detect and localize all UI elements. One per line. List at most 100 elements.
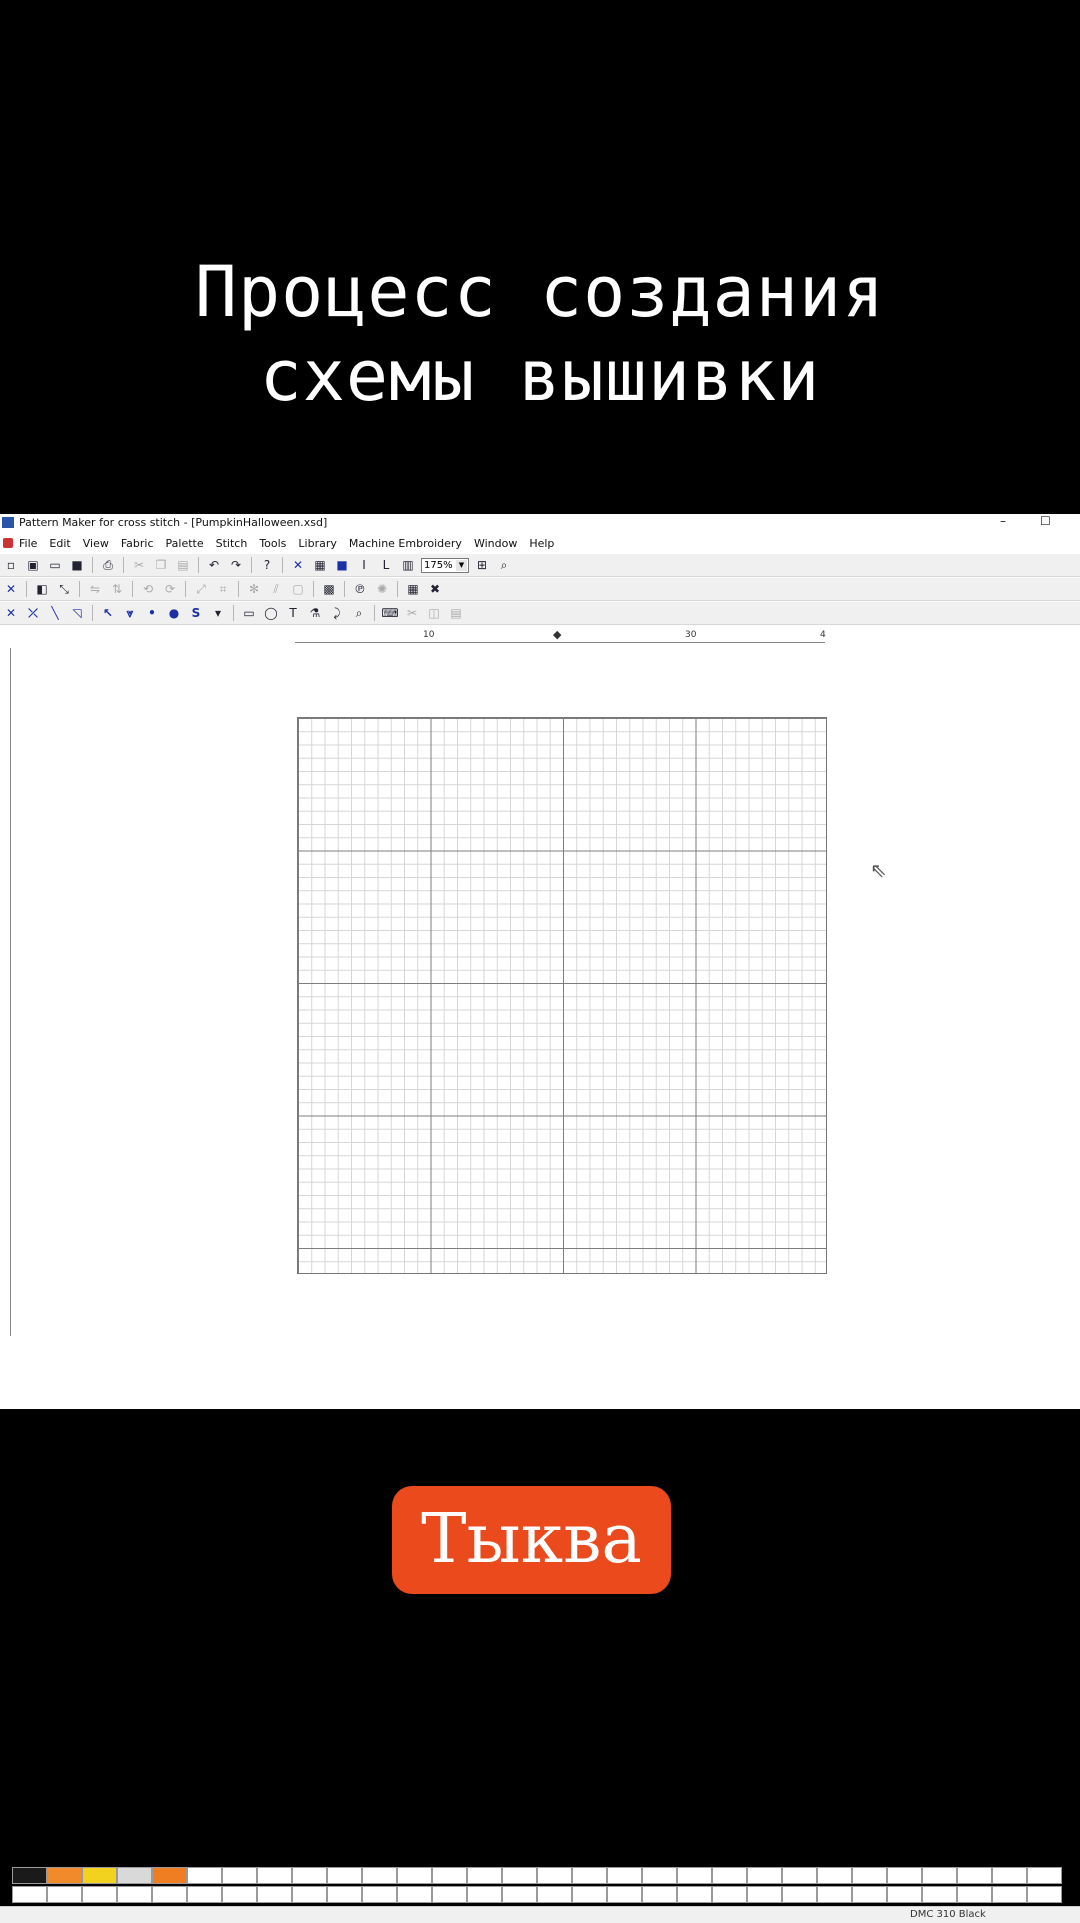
cross-tool-icon[interactable]: ✖ (426, 580, 444, 598)
palette-cell[interactable] (292, 1867, 327, 1884)
palette-cell[interactable] (957, 1867, 992, 1884)
symbol-view-icon[interactable]: ▦ (311, 556, 329, 574)
maximize-button[interactable]: ☐ (1040, 514, 1051, 528)
palette-cell[interactable] (397, 1867, 432, 1884)
menu-library[interactable]: Library (298, 537, 336, 550)
menu-tools[interactable]: Tools (259, 537, 286, 550)
chevron-down-icon[interactable]: ▾ (209, 604, 227, 622)
palette-cell[interactable] (712, 1886, 747, 1903)
undo-icon[interactable]: ↶ (205, 556, 223, 574)
ellipse-icon[interactable]: ◯ (262, 604, 280, 622)
palette-cell[interactable] (747, 1867, 782, 1884)
palette-cell[interactable] (117, 1886, 152, 1903)
palette-cell[interactable] (992, 1886, 1027, 1903)
select-icon[interactable]: ⤡ (55, 580, 73, 598)
rectangle-icon[interactable]: ▭ (240, 604, 258, 622)
palette-cell[interactable] (117, 1867, 152, 1884)
page-view-icon[interactable]: ▥ (399, 556, 417, 574)
full-cross-icon[interactable]: ✕ (289, 556, 307, 574)
palette-cell[interactable] (537, 1886, 572, 1903)
palette-cell[interactable] (782, 1867, 817, 1884)
menu-stitch[interactable]: Stitch (216, 537, 248, 550)
menu-edit[interactable]: Edit (49, 537, 70, 550)
menu-help[interactable]: Help (529, 537, 554, 550)
quarter-stitch-icon[interactable]: ◹ (68, 604, 86, 622)
palette-cell[interactable] (1027, 1867, 1062, 1884)
zoom-select[interactable]: 175% ▼ (421, 557, 469, 573)
backstitch-view-icon[interactable]: L (377, 556, 395, 574)
new-from-template-icon[interactable]: ▣ (24, 556, 42, 574)
palette-cell[interactable] (152, 1886, 187, 1903)
text-tool-icon[interactable]: T (284, 604, 302, 622)
palette-cell[interactable] (887, 1867, 922, 1884)
palette-cell[interactable] (572, 1886, 607, 1903)
palette-cell[interactable] (222, 1867, 257, 1884)
pattern-info-icon[interactable]: ℗ (351, 580, 369, 598)
palette-cell[interactable] (12, 1867, 47, 1884)
palette-cell[interactable] (257, 1886, 292, 1903)
palette-cell[interactable] (607, 1867, 642, 1884)
palette-cell[interactable] (222, 1886, 257, 1903)
palette-cell[interactable] (82, 1867, 117, 1884)
fill-bucket-icon[interactable]: ⚗ (306, 604, 324, 622)
crop-icon[interactable]: ⌗ (214, 580, 232, 598)
zoom-fit-icon[interactable]: ⊞ (473, 556, 491, 574)
eyedropper-icon[interactable]: ⤸ (328, 604, 346, 622)
save-icon[interactable]: ■ (68, 556, 86, 574)
backstitch-icon[interactable]: ↖ (99, 604, 117, 622)
rotate-left-icon[interactable]: ⟲ (139, 580, 157, 598)
scissors-icon[interactable]: ✂ (403, 604, 421, 622)
rotate-right-icon[interactable]: ⟳ (161, 580, 179, 598)
resize-icon[interactable]: ⤢ (192, 580, 210, 598)
frame-icon[interactable]: ▢ (289, 580, 307, 598)
palette-cell[interactable] (677, 1867, 712, 1884)
minimize-button[interactable]: – (1000, 514, 1006, 528)
palette-cell[interactable] (82, 1886, 117, 1903)
palette-cell[interactable] (887, 1886, 922, 1903)
palette-cell[interactable] (607, 1886, 642, 1903)
menu-machine-embroidery[interactable]: Machine Embroidery (349, 537, 462, 550)
cross-stitch-icon[interactable]: ✕ (2, 604, 20, 622)
split-view-icon[interactable]: ◫ (425, 604, 443, 622)
bead-icon[interactable]: ● (165, 604, 183, 622)
flip-icon[interactable]: ⇋ (86, 580, 104, 598)
palette-cell[interactable] (677, 1886, 712, 1903)
palette-cell[interactable] (817, 1867, 852, 1884)
special-stitch-icon[interactable]: S (187, 604, 205, 622)
menu-file[interactable]: File (19, 537, 37, 550)
palette-cell[interactable] (502, 1886, 537, 1903)
needle-icon[interactable]: ⫽ (267, 580, 285, 598)
palette-cell[interactable] (922, 1886, 957, 1903)
palette-cell[interactable] (47, 1867, 82, 1884)
open-file-icon[interactable]: ▭ (46, 556, 64, 574)
palette-cell[interactable] (572, 1867, 607, 1884)
zoom-area-icon[interactable]: ⌕ (495, 556, 513, 574)
palette-cell[interactable] (467, 1886, 502, 1903)
palette-cell[interactable] (362, 1867, 397, 1884)
palette-cell[interactable] (817, 1886, 852, 1903)
text-cursor-icon[interactable]: I (355, 556, 373, 574)
palette-cell[interactable] (432, 1886, 467, 1903)
palette-cell[interactable] (257, 1867, 292, 1884)
palette-cell[interactable] (537, 1867, 572, 1884)
redo-icon[interactable]: ↷ (227, 556, 245, 574)
palette-cell[interactable] (47, 1886, 82, 1903)
paste-icon[interactable]: ▤ (174, 556, 192, 574)
long-stitch-icon[interactable]: ⩔ (121, 604, 139, 622)
palette-cell[interactable] (642, 1886, 677, 1903)
document-icon[interactable] (3, 538, 13, 548)
palette-cell[interactable] (292, 1886, 327, 1903)
star-icon[interactable]: ✺ (373, 580, 391, 598)
palette-cell[interactable] (502, 1867, 537, 1884)
palette-cell[interactable] (922, 1867, 957, 1884)
palette-cell[interactable] (327, 1886, 362, 1903)
palette-cell[interactable] (1027, 1886, 1062, 1903)
delete-stitch-icon[interactable]: ✕ (2, 580, 20, 598)
mirror-icon[interactable]: ⇅ (108, 580, 126, 598)
menu-window[interactable]: Window (474, 537, 517, 550)
cut-icon[interactable]: ✂ (130, 556, 148, 574)
block-view-icon[interactable]: ■ (333, 556, 351, 574)
help-icon[interactable]: ? (258, 556, 276, 574)
palette-cell[interactable] (187, 1867, 222, 1884)
half-cross-icon[interactable]: ⤫ (24, 604, 42, 622)
